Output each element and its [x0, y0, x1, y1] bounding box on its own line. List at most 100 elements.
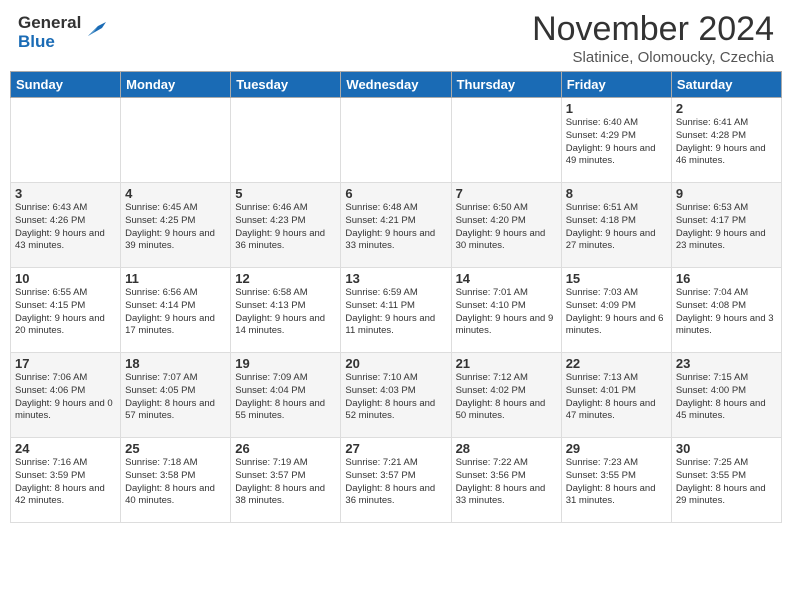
day-number: 8 [566, 186, 667, 201]
calendar-day-19: 19Sunrise: 7:09 AM Sunset: 4:04 PM Dayli… [231, 353, 341, 438]
calendar-day-25: 25Sunrise: 7:18 AM Sunset: 3:58 PM Dayli… [121, 438, 231, 523]
day-number: 30 [676, 441, 777, 456]
calendar-day-13: 13Sunrise: 6:59 AM Sunset: 4:11 PM Dayli… [341, 268, 451, 353]
day-info: Sunrise: 7:15 AM Sunset: 4:00 PM Dayligh… [676, 372, 777, 423]
calendar-day-24: 24Sunrise: 7:16 AM Sunset: 3:59 PM Dayli… [11, 438, 121, 523]
day-info: Sunrise: 7:12 AM Sunset: 4:02 PM Dayligh… [456, 372, 557, 423]
calendar-day-15: 15Sunrise: 7:03 AM Sunset: 4:09 PM Dayli… [561, 268, 671, 353]
day-info: Sunrise: 6:45 AM Sunset: 4:25 PM Dayligh… [125, 202, 226, 253]
calendar-day-28: 28Sunrise: 7:22 AM Sunset: 3:56 PM Dayli… [451, 438, 561, 523]
calendar-day-1: 1Sunrise: 6:40 AM Sunset: 4:29 PM Daylig… [561, 98, 671, 183]
day-number: 22 [566, 356, 667, 371]
day-info: Sunrise: 6:40 AM Sunset: 4:29 PM Dayligh… [566, 117, 667, 168]
location: Slatinice, Olomoucky, Czechia [532, 49, 774, 66]
header-sunday: Sunday [11, 72, 121, 98]
day-info: Sunrise: 7:06 AM Sunset: 4:06 PM Dayligh… [15, 372, 116, 423]
calendar-week-row: 10Sunrise: 6:55 AM Sunset: 4:15 PM Dayli… [11, 268, 782, 353]
calendar-day-2: 2Sunrise: 6:41 AM Sunset: 4:28 PM Daylig… [671, 98, 781, 183]
day-number: 6 [345, 186, 446, 201]
logo-icon [84, 18, 106, 40]
header-thursday: Thursday [451, 72, 561, 98]
day-info: Sunrise: 7:19 AM Sunset: 3:57 PM Dayligh… [235, 457, 336, 508]
calendar-day-14: 14Sunrise: 7:01 AM Sunset: 4:10 PM Dayli… [451, 268, 561, 353]
calendar-day-8: 8Sunrise: 6:51 AM Sunset: 4:18 PM Daylig… [561, 183, 671, 268]
day-info: Sunrise: 6:58 AM Sunset: 4:13 PM Dayligh… [235, 287, 336, 338]
calendar-week-row: 3Sunrise: 6:43 AM Sunset: 4:26 PM Daylig… [11, 183, 782, 268]
logo-blue: Blue [18, 32, 55, 51]
header: General Blue November 2024 Slatinice, Ol… [0, 0, 792, 71]
calendar-day-26: 26Sunrise: 7:19 AM Sunset: 3:57 PM Dayli… [231, 438, 341, 523]
day-info: Sunrise: 6:55 AM Sunset: 4:15 PM Dayligh… [15, 287, 116, 338]
header-tuesday: Tuesday [231, 72, 341, 98]
day-number: 13 [345, 271, 446, 286]
calendar-empty-cell [341, 98, 451, 183]
day-info: Sunrise: 7:01 AM Sunset: 4:10 PM Dayligh… [456, 287, 557, 338]
calendar-table: SundayMondayTuesdayWednesdayThursdayFrid… [10, 71, 782, 523]
day-info: Sunrise: 6:43 AM Sunset: 4:26 PM Dayligh… [15, 202, 116, 253]
day-number: 11 [125, 271, 226, 286]
header-wednesday: Wednesday [341, 72, 451, 98]
day-info: Sunrise: 6:53 AM Sunset: 4:17 PM Dayligh… [676, 202, 777, 253]
calendar-empty-cell [451, 98, 561, 183]
day-number: 4 [125, 186, 226, 201]
day-number: 17 [15, 356, 116, 371]
day-number: 28 [456, 441, 557, 456]
day-info: Sunrise: 7:21 AM Sunset: 3:57 PM Dayligh… [345, 457, 446, 508]
day-number: 26 [235, 441, 336, 456]
day-info: Sunrise: 7:18 AM Sunset: 3:58 PM Dayligh… [125, 457, 226, 508]
day-info: Sunrise: 7:13 AM Sunset: 4:01 PM Dayligh… [566, 372, 667, 423]
day-info: Sunrise: 7:07 AM Sunset: 4:05 PM Dayligh… [125, 372, 226, 423]
header-friday: Friday [561, 72, 671, 98]
calendar-day-5: 5Sunrise: 6:46 AM Sunset: 4:23 PM Daylig… [231, 183, 341, 268]
calendar-day-7: 7Sunrise: 6:50 AM Sunset: 4:20 PM Daylig… [451, 183, 561, 268]
calendar-day-18: 18Sunrise: 7:07 AM Sunset: 4:05 PM Dayli… [121, 353, 231, 438]
day-number: 2 [676, 101, 777, 116]
calendar-day-20: 20Sunrise: 7:10 AM Sunset: 4:03 PM Dayli… [341, 353, 451, 438]
day-info: Sunrise: 7:10 AM Sunset: 4:03 PM Dayligh… [345, 372, 446, 423]
logo-text: General Blue [18, 14, 81, 51]
calendar-week-row: 24Sunrise: 7:16 AM Sunset: 3:59 PM Dayli… [11, 438, 782, 523]
day-number: 25 [125, 441, 226, 456]
day-info: Sunrise: 7:03 AM Sunset: 4:09 PM Dayligh… [566, 287, 667, 338]
day-number: 20 [345, 356, 446, 371]
day-info: Sunrise: 6:48 AM Sunset: 4:21 PM Dayligh… [345, 202, 446, 253]
calendar-empty-cell [11, 98, 121, 183]
day-number: 10 [15, 271, 116, 286]
calendar-day-27: 27Sunrise: 7:21 AM Sunset: 3:57 PM Dayli… [341, 438, 451, 523]
day-number: 3 [15, 186, 116, 201]
calendar-empty-cell [231, 98, 341, 183]
month-title: November 2024 [532, 10, 774, 49]
day-info: Sunrise: 7:23 AM Sunset: 3:55 PM Dayligh… [566, 457, 667, 508]
day-info: Sunrise: 7:04 AM Sunset: 4:08 PM Dayligh… [676, 287, 777, 338]
day-number: 19 [235, 356, 336, 371]
day-number: 12 [235, 271, 336, 286]
day-number: 1 [566, 101, 667, 116]
day-info: Sunrise: 6:56 AM Sunset: 4:14 PM Dayligh… [125, 287, 226, 338]
calendar-day-17: 17Sunrise: 7:06 AM Sunset: 4:06 PM Dayli… [11, 353, 121, 438]
day-info: Sunrise: 6:51 AM Sunset: 4:18 PM Dayligh… [566, 202, 667, 253]
day-number: 15 [566, 271, 667, 286]
header-saturday: Saturday [671, 72, 781, 98]
day-number: 16 [676, 271, 777, 286]
logo: General Blue [18, 14, 106, 51]
day-number: 23 [676, 356, 777, 371]
calendar-day-10: 10Sunrise: 6:55 AM Sunset: 4:15 PM Dayli… [11, 268, 121, 353]
calendar-day-21: 21Sunrise: 7:12 AM Sunset: 4:02 PM Dayli… [451, 353, 561, 438]
title-block: November 2024 Slatinice, Olomoucky, Czec… [532, 10, 774, 66]
day-info: Sunrise: 6:50 AM Sunset: 4:20 PM Dayligh… [456, 202, 557, 253]
calendar-day-11: 11Sunrise: 6:56 AM Sunset: 4:14 PM Dayli… [121, 268, 231, 353]
calendar-day-23: 23Sunrise: 7:15 AM Sunset: 4:00 PM Dayli… [671, 353, 781, 438]
calendar-week-row: 17Sunrise: 7:06 AM Sunset: 4:06 PM Dayli… [11, 353, 782, 438]
day-info: Sunrise: 7:22 AM Sunset: 3:56 PM Dayligh… [456, 457, 557, 508]
calendar-day-9: 9Sunrise: 6:53 AM Sunset: 4:17 PM Daylig… [671, 183, 781, 268]
calendar-day-4: 4Sunrise: 6:45 AM Sunset: 4:25 PM Daylig… [121, 183, 231, 268]
calendar-day-22: 22Sunrise: 7:13 AM Sunset: 4:01 PM Dayli… [561, 353, 671, 438]
day-info: Sunrise: 7:09 AM Sunset: 4:04 PM Dayligh… [235, 372, 336, 423]
day-number: 27 [345, 441, 446, 456]
header-monday: Monday [121, 72, 231, 98]
calendar-day-3: 3Sunrise: 6:43 AM Sunset: 4:26 PM Daylig… [11, 183, 121, 268]
day-number: 24 [15, 441, 116, 456]
day-info: Sunrise: 7:16 AM Sunset: 3:59 PM Dayligh… [15, 457, 116, 508]
day-number: 5 [235, 186, 336, 201]
day-number: 21 [456, 356, 557, 371]
